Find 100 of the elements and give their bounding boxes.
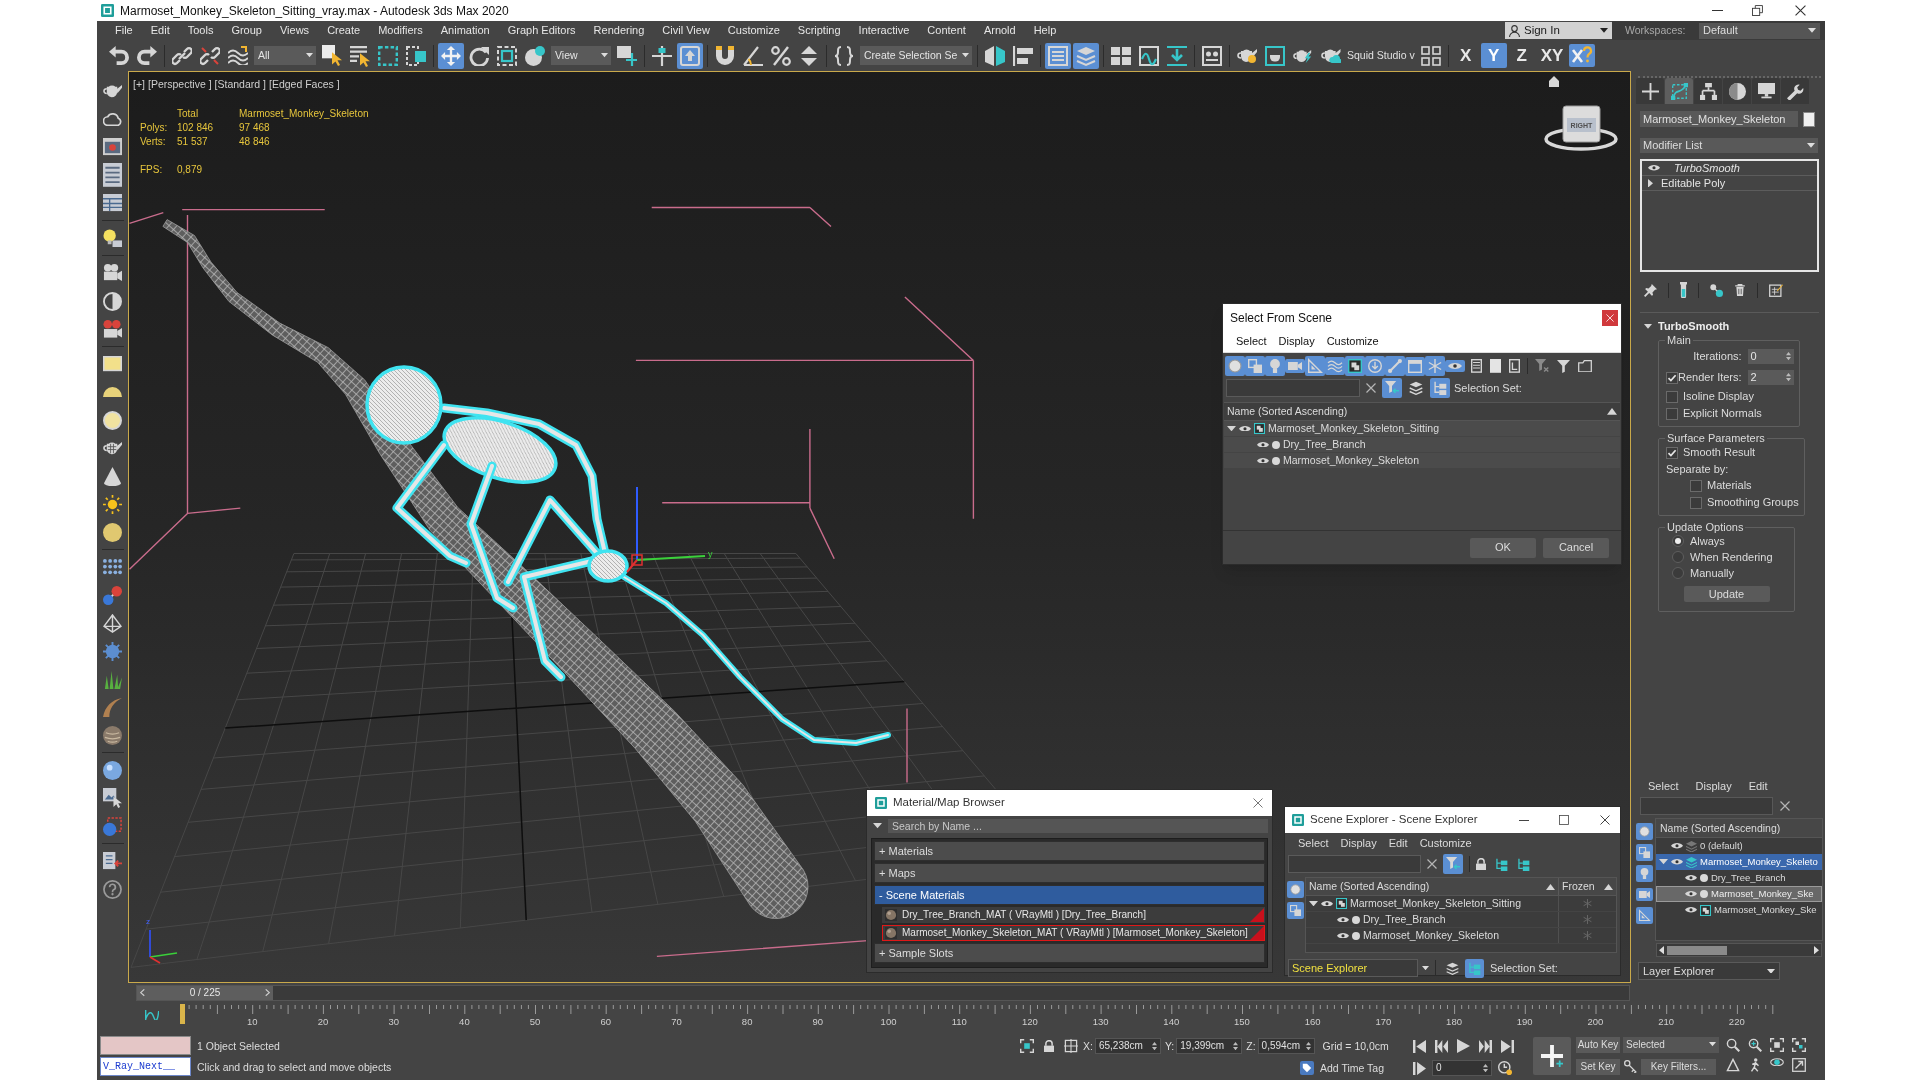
- eye-icon[interactable]: [1685, 875, 1697, 881]
- checkbox[interactable]: [1666, 407, 1678, 420]
- menu-item[interactable]: Display: [1272, 336, 1321, 347]
- spiky-ball-icon[interactable]: [103, 641, 122, 661]
- modifier-list-dropdown[interactable]: Modifier List: [1640, 138, 1818, 153]
- checkbox[interactable]: [1690, 479, 1702, 492]
- square-cross-icon[interactable]: [617, 45, 637, 66]
- workspace-dropdown[interactable]: Default: [1699, 22, 1820, 39]
- eye-icon[interactable]: [1239, 425, 1251, 432]
- current-frame-field[interactable]: 0: [1432, 1060, 1492, 1076]
- coordinate-field[interactable]: 0,594cm: [1257, 1038, 1315, 1054]
- percent-icon[interactable]: [771, 45, 791, 66]
- expand-triangle-icon[interactable]: [873, 823, 882, 829]
- cross-hook-icon[interactable]: [1569, 44, 1596, 67]
- menu-item[interactable]: Civil View: [653, 25, 719, 36]
- expand-triangle-icon[interactable]: [1309, 900, 1318, 907]
- update-button[interactable]: Update: [1683, 586, 1770, 602]
- menu-item[interactable]: Edit: [1382, 837, 1414, 849]
- group-icon[interactable]: [1345, 356, 1365, 376]
- table-icon[interactable]: [103, 194, 122, 212]
- viewport-menu-label[interactable]: [Edged Faces ]: [268, 79, 340, 90]
- tree-icon[interactable]: [1495, 857, 1508, 871]
- menu-item[interactable]: Create: [318, 25, 370, 36]
- bulb-icon[interactable]: [1636, 865, 1653, 882]
- selection-filter-dropdown[interactable]: All: [254, 46, 316, 65]
- checkbox[interactable]: [1666, 371, 1678, 384]
- panel-tab[interactable]: [1694, 78, 1722, 104]
- mesh-teapot-icon[interactable]: [103, 441, 122, 455]
- video-camera-icon[interactable]: [1636, 888, 1653, 901]
- field-of-view-icon[interactable]: [1726, 1058, 1740, 1072]
- frame-corners-icon[interactable]: [1020, 1039, 1034, 1053]
- object-list-row[interactable]: Marmoset_Monkey_Skeleton_Sitting: [1224, 421, 1620, 437]
- menu-item[interactable]: Customize: [1413, 837, 1478, 849]
- close-button[interactable]: [1602, 309, 1618, 326]
- clock-icon[interactable]: [1498, 1061, 1512, 1075]
- menu-item[interactable]: Modifiers: [369, 25, 432, 36]
- textured-ball-icon[interactable]: [103, 725, 122, 745]
- magnifier-plus-icon[interactable]: [1748, 1038, 1762, 1052]
- viewcube-icon[interactable]: [1544, 105, 1618, 151]
- frame-box-icon[interactable]: [1770, 1038, 1784, 1052]
- dialog-button[interactable]: Cancel: [1543, 537, 1609, 558]
- teapot-cloud-icon[interactable]: [1321, 48, 1341, 63]
- menu-item[interactable]: Views: [270, 25, 319, 36]
- panel-tab[interactable]: [1636, 78, 1664, 104]
- pencil-grid-icon[interactable]: [1769, 283, 1783, 297]
- page-lines-icon[interactable]: [1471, 359, 1482, 373]
- checkbox-label[interactable]: Materials: [1707, 480, 1752, 491]
- menu-item[interactable]: Edit: [141, 25, 179, 36]
- dot-grid-icon[interactable]: [103, 559, 122, 575]
- scrollbar-thumb[interactable]: [1667, 945, 1727, 955]
- search-field[interactable]: [1640, 797, 1773, 815]
- tree-icon[interactable]: [1464, 958, 1484, 978]
- column-header[interactable]: Name (Sorted Ascending): [1656, 819, 1822, 838]
- menu-item[interactable]: Interactive: [849, 25, 919, 36]
- eye-icon[interactable]: [1685, 907, 1697, 913]
- search-field[interactable]: Search by Name ...: [888, 819, 1268, 833]
- trash-icon[interactable]: [1734, 284, 1746, 296]
- time-slider-thumb[interactable]: 0 / 225: [137, 986, 273, 1000]
- menu-item[interactable]: Select: [1230, 336, 1273, 347]
- axis-constraint-button[interactable]: XY: [1536, 43, 1568, 68]
- checkbox[interactable]: [1666, 446, 1678, 459]
- named-selection-dropdown[interactable]: Create Selection Se: [860, 46, 972, 65]
- camera-icon[interactable]: [103, 264, 122, 282]
- rollout-header[interactable]: TurboSmooth: [1634, 319, 1825, 334]
- arrow-box-icon[interactable]: [677, 42, 703, 69]
- eye-icon[interactable]: [1337, 916, 1349, 923]
- viewport-menu-label[interactable]: [Perspective ]: [147, 79, 212, 90]
- menu-item[interactable]: Select: [1644, 780, 1683, 792]
- scene-tree-row[interactable]: Marmoset_Monkey_Skeleton_Sitting: [1306, 896, 1616, 912]
- circle-outline-icon[interactable]: [1286, 881, 1304, 898]
- curve-window-icon[interactable]: [1139, 45, 1159, 66]
- eye-icon[interactable]: [1445, 360, 1465, 372]
- eye-icon[interactable]: [1648, 165, 1660, 171]
- menu-item[interactable]: Group: [222, 25, 271, 36]
- list-window-icon[interactable]: [1045, 42, 1071, 69]
- spinner-field[interactable]: 0: [1747, 349, 1794, 364]
- scene-tree-row[interactable]: Dry_Tree_Branch: [1306, 912, 1616, 928]
- set-square-icon[interactable]: [1636, 907, 1653, 924]
- angle-icon[interactable]: [743, 45, 763, 66]
- circle-outline-icon[interactable]: [1636, 823, 1653, 840]
- magnifier-icon[interactable]: [1726, 1038, 1740, 1052]
- viewport-menu-label[interactable]: [Standard ]: [214, 79, 266, 90]
- checkbox[interactable]: [1690, 496, 1702, 509]
- maximize-icon[interactable]: [1559, 815, 1569, 825]
- explorer-dropdown[interactable]: Layer Explorer: [1638, 962, 1780, 980]
- skip-forward-icon[interactable]: [1501, 1039, 1514, 1053]
- set-square-icon[interactable]: [1305, 356, 1325, 376]
- object-list-row[interactable]: Marmoset_Monkey_Skeleton: [1224, 453, 1620, 469]
- eye-icon[interactable]: [1337, 932, 1349, 939]
- coordinate-field[interactable]: 65,238cm: [1094, 1038, 1161, 1054]
- funnel-icon[interactable]: [1557, 359, 1570, 373]
- tree-icon[interactable]: [1517, 857, 1530, 871]
- set-key-button[interactable]: Set Key: [1576, 1058, 1620, 1075]
- column-header[interactable]: Name (Sorted Ascending): [1306, 878, 1558, 895]
- menu-item[interactable]: Animation: [431, 25, 499, 36]
- step-back-icon[interactable]: [1435, 1039, 1448, 1053]
- glossy-sphere-icon[interactable]: [103, 760, 122, 780]
- bulb-panel-icon[interactable]: [103, 228, 122, 248]
- category-header[interactable]: - Scene Materials: [874, 885, 1265, 905]
- tree-icon[interactable]: [1430, 378, 1450, 398]
